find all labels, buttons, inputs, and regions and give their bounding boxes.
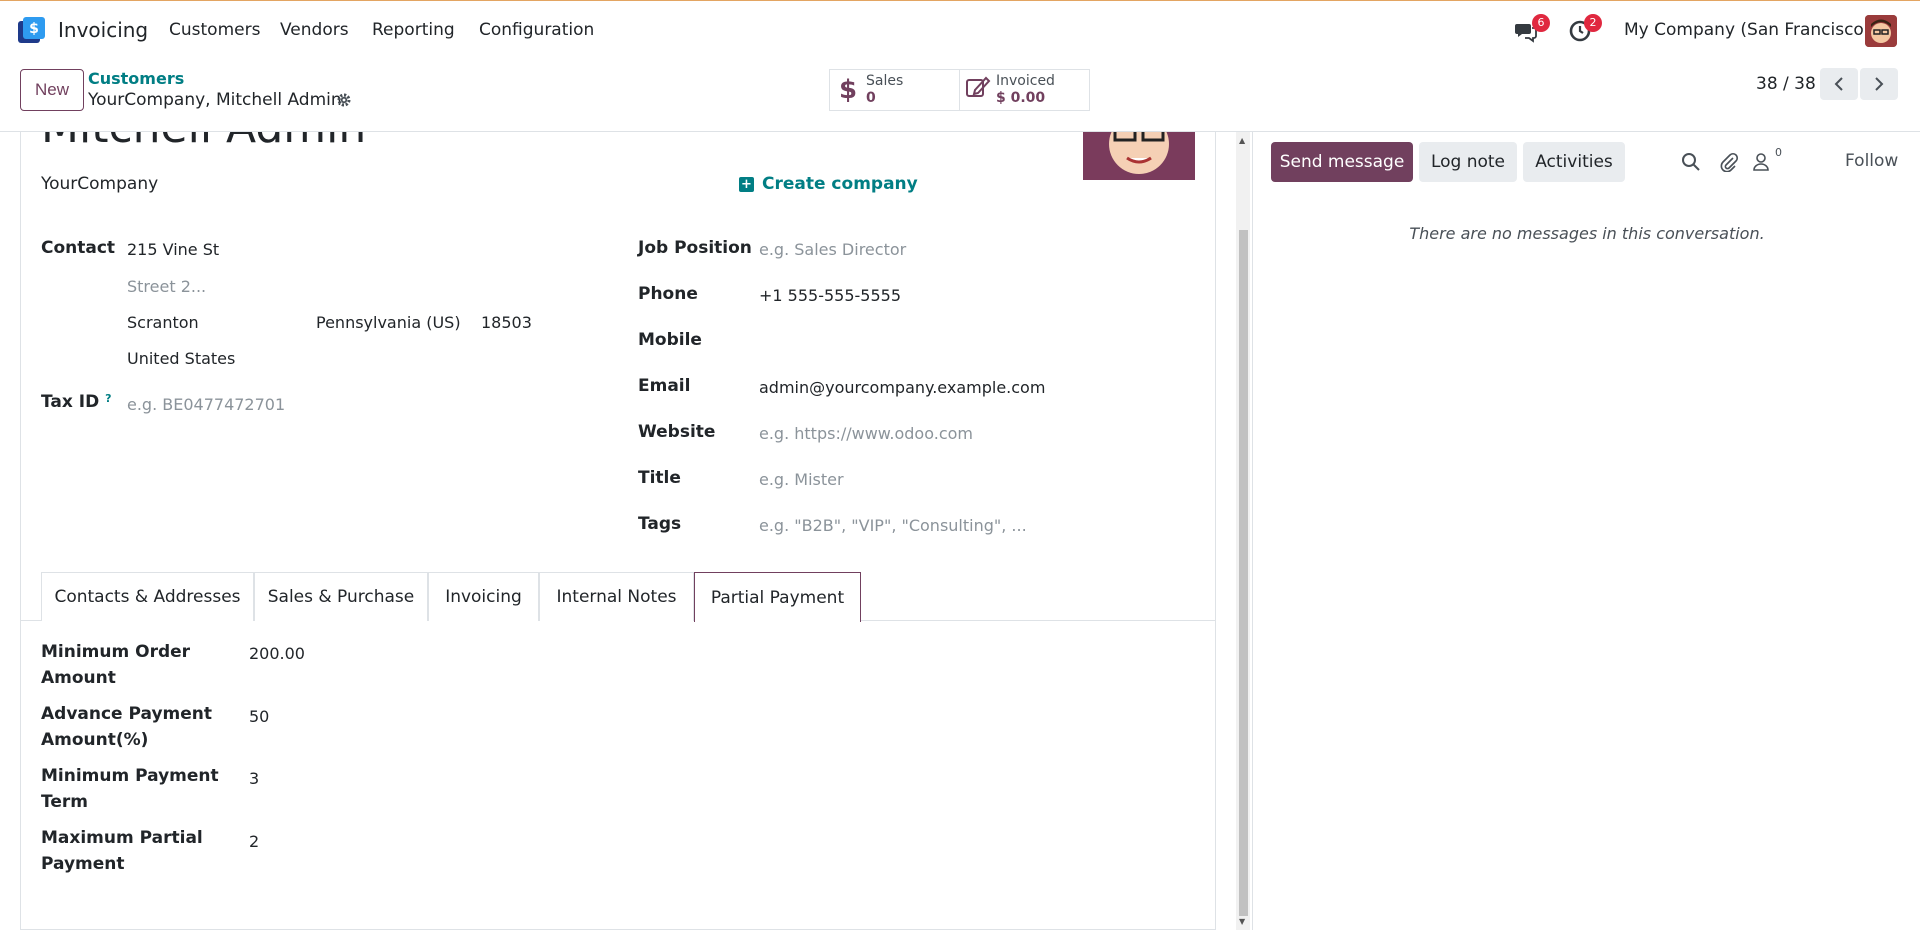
maximum-partial-payment-field[interactable]: 2 (249, 832, 259, 851)
chatter-panel: Send message Log note Activities 0 Follo… (1252, 132, 1920, 930)
company-name-field[interactable]: YourCompany (41, 174, 158, 194)
form-scrollbar[interactable]: ▲ ▼ (1236, 132, 1250, 930)
tax-id-label-text: Tax ID (41, 392, 100, 412)
tax-id-field[interactable]: e.g. BE0477472701 (127, 395, 285, 414)
partner-avatar[interactable] (1083, 132, 1195, 180)
website-field[interactable]: e.g. https://www.odoo.com (759, 424, 973, 443)
plus-square-icon: + (739, 176, 754, 192)
invoicing-app-icon[interactable]: $ (18, 17, 46, 45)
app-name[interactable]: Invoicing (58, 18, 148, 42)
partner-name-field[interactable]: Mitchell Admin (41, 132, 366, 153)
sales-stat-value: 0 (866, 90, 876, 106)
city-field[interactable]: Scranton (127, 313, 199, 332)
email-field[interactable]: admin@yourcompany.example.com (759, 378, 1045, 397)
email-label: Email (638, 376, 691, 396)
state-field[interactable]: Pennsylvania (US) (316, 313, 461, 332)
tax-id-label: Tax ID ? (41, 392, 112, 412)
scrollbar-thumb[interactable] (1239, 230, 1248, 916)
menu-customers[interactable]: Customers (169, 20, 260, 40)
title-label: Title (638, 468, 681, 488)
minimum-order-amount-label: Minimum Order Amount (41, 642, 191, 688)
breadcrumb-current: YourCompany, Mitchell Admin (88, 90, 342, 110)
advance-payment-amount-field[interactable]: 50 (249, 707, 269, 726)
scroll-up-arrow-icon[interactable]: ▲ (1239, 136, 1245, 145)
tab-contacts-addresses[interactable]: Contacts & Addresses (41, 572, 254, 621)
menu-vendors[interactable]: Vendors (280, 20, 349, 40)
no-messages-text: There are no messages in this conversati… (1409, 224, 1765, 243)
street2-field[interactable]: Street 2... (127, 277, 206, 296)
website-label: Website (638, 422, 716, 442)
zip-field[interactable]: 18503 (481, 313, 532, 332)
send-message-button[interactable]: Send message (1271, 142, 1413, 182)
job-position-field[interactable]: e.g. Sales Director (759, 240, 906, 259)
pager-previous-button[interactable] (1820, 68, 1858, 100)
user-avatar-image (1865, 15, 1897, 47)
pager-next-button[interactable] (1860, 68, 1898, 100)
company-switcher[interactable]: My Company (San Francisco) (1624, 20, 1870, 40)
title-field[interactable]: e.g. Mister (759, 470, 844, 489)
scroll-down-arrow-icon[interactable]: ▼ (1239, 917, 1245, 926)
notebook-tabs: Contacts & Addresses Sales & Purchase In… (21, 572, 1215, 622)
activities-badge: 2 (1584, 14, 1602, 32)
chevron-right-icon (1875, 77, 1884, 91)
help-tooltip-icon[interactable]: ? (105, 392, 111, 405)
country-field[interactable]: United States (127, 349, 235, 368)
followers-count: 0 (1775, 146, 1782, 159)
tags-field[interactable]: e.g. "B2B", "VIP", "Consulting", ... (759, 516, 1027, 535)
edit-icon (960, 75, 996, 106)
phone-label: Phone (638, 284, 698, 304)
log-note-button[interactable]: Log note (1419, 142, 1517, 182)
sales-stat-button[interactable]: $ Sales 0 (829, 69, 960, 111)
invoiced-stat-label: Invoiced (996, 73, 1055, 89)
user-avatar[interactable] (1865, 15, 1897, 47)
minimum-payment-term-field[interactable]: 3 (249, 769, 259, 788)
minimum-order-amount-field[interactable]: 200.00 (249, 644, 305, 663)
search-icon[interactable] (1681, 152, 1701, 172)
top-navbar: $ Invoicing Customers Vendors Reporting … (0, 0, 1920, 60)
gear-icon[interactable] (336, 92, 352, 108)
new-button[interactable]: New (20, 69, 84, 111)
invoiced-stat-button[interactable]: Invoiced $ 0.00 (959, 69, 1090, 111)
activities-button[interactable]: Activities (1523, 142, 1625, 182)
follow-button[interactable]: Follow (1845, 151, 1898, 171)
mobile-label: Mobile (638, 330, 702, 350)
maximum-partial-payment-label: Maximum Partial Payment (41, 828, 203, 874)
messages-badge: 6 (1532, 14, 1550, 32)
advance-payment-amount-label: Advance Payment Amount(%) (41, 704, 213, 750)
svg-text:$: $ (29, 21, 39, 37)
menu-reporting[interactable]: Reporting (372, 20, 455, 40)
sales-stat-label: Sales (866, 73, 904, 89)
tab-internal-notes[interactable]: Internal Notes (539, 572, 694, 621)
breadcrumb-customers[interactable]: Customers (88, 69, 184, 88)
pager-value[interactable]: 38 / 38 (1756, 74, 1816, 94)
street-field[interactable]: 215 Vine St (127, 240, 219, 259)
tab-sales-purchase[interactable]: Sales & Purchase (254, 572, 428, 621)
tab-invoicing[interactable]: Invoicing (428, 572, 539, 621)
dollar-icon: $ (838, 75, 858, 105)
invoiced-stat-value: $ 0.00 (996, 90, 1046, 106)
create-company-label: Create company (762, 174, 918, 194)
followers-icon[interactable] (1753, 152, 1773, 172)
chevron-left-icon (1834, 77, 1843, 91)
tab-partial-payment[interactable]: Partial Payment (694, 572, 861, 622)
control-panel: New Customers YourCompany, Mitchell Admi… (0, 60, 1920, 132)
phone-field[interactable]: +1 555-555-5555 (759, 286, 901, 305)
tags-label: Tags (638, 514, 682, 534)
menu-configuration[interactable]: Configuration (479, 20, 594, 40)
paperclip-icon[interactable] (1719, 152, 1739, 172)
partner-avatar-image (1083, 132, 1195, 180)
form-sheet: Mitchell Admin YourCompany + Create comp… (20, 132, 1216, 930)
create-company-button[interactable]: + Create company (739, 174, 918, 194)
job-position-label: Job Position (638, 238, 752, 258)
contact-label: Contact (41, 238, 116, 258)
minimum-payment-term-label: Minimum Payment Term (41, 766, 219, 812)
